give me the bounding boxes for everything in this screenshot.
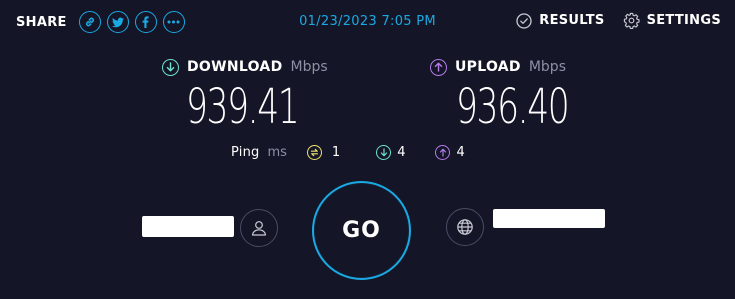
download-speed-value: 939.41 xyxy=(186,79,300,135)
go-label: GO xyxy=(342,218,381,243)
ping-idle: 1 xyxy=(306,144,341,160)
download-label: DOWNLOAD xyxy=(187,59,283,75)
upload-speed-value: 936.40 xyxy=(456,79,570,135)
download-metric: DOWNLOAD Mbps 939.41 xyxy=(162,57,342,131)
download-arrow-icon xyxy=(162,58,179,76)
results-link[interactable]: RESULTS xyxy=(516,12,605,29)
provider-name-redacted xyxy=(142,216,234,237)
upload-metric: UPLOAD Mbps 936.40 xyxy=(430,57,612,131)
ping-download: 4 xyxy=(376,144,406,160)
provider-button[interactable] xyxy=(240,209,278,247)
settings-link[interactable]: SETTINGS xyxy=(623,12,721,29)
upload-arrow-icon xyxy=(430,58,447,76)
idle-latency-icon xyxy=(306,144,322,160)
go-button[interactable]: GO xyxy=(312,181,411,280)
upload-unit: Mbps xyxy=(528,59,566,75)
ping-upload-value: 4 xyxy=(456,144,465,160)
download-latency-icon xyxy=(376,144,392,160)
top-right-links: RESULTS SETTINGS xyxy=(516,12,721,29)
gear-icon xyxy=(623,12,640,29)
ping-download-value: 4 xyxy=(397,144,406,160)
download-unit: Mbps xyxy=(290,59,328,75)
server-button[interactable] xyxy=(446,208,484,246)
ping-idle-value: 1 xyxy=(331,144,341,160)
results-label: RESULTS xyxy=(539,13,605,28)
server-name-redacted xyxy=(493,209,605,228)
ping-row: Ping ms 1 4 4 xyxy=(231,143,465,161)
globe-icon xyxy=(457,219,473,235)
ping-label: Ping xyxy=(231,144,260,160)
ping-unit: ms xyxy=(267,144,287,160)
settings-label: SETTINGS xyxy=(646,13,721,28)
upload-label: UPLOAD xyxy=(455,59,521,75)
user-icon xyxy=(252,221,266,236)
upload-latency-icon xyxy=(435,144,451,160)
ping-upload: 4 xyxy=(435,144,465,160)
check-circle-icon xyxy=(516,12,532,29)
